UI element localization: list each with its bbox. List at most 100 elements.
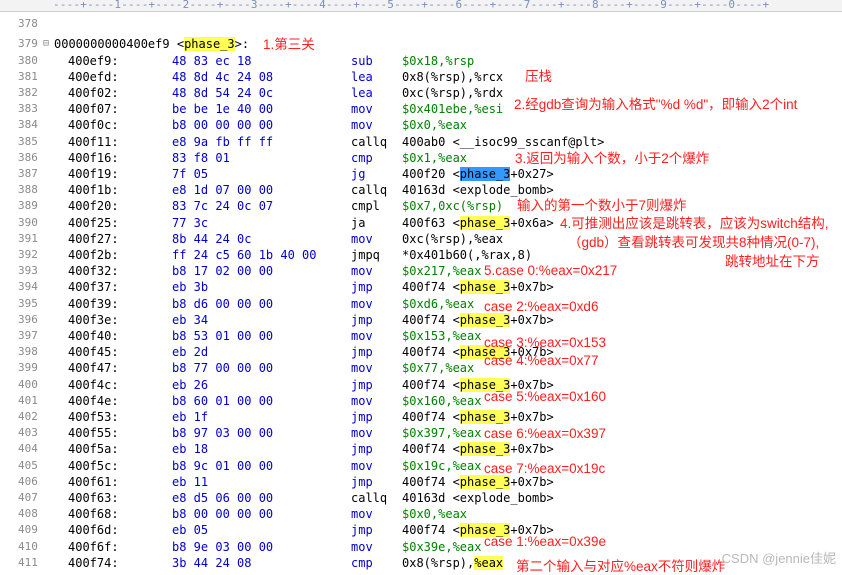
instruction-mnemonic: mov xyxy=(351,118,373,133)
instruction-bytes: eb 18 xyxy=(172,442,209,457)
annotation-push: 压栈 xyxy=(525,69,552,84)
instruction-bytes: b8 60 01 00 00 xyxy=(172,393,274,408)
operand-text: $0x7,0xc(%rsp) xyxy=(402,199,504,214)
instruction-mnemonic: lea xyxy=(351,85,373,100)
instruction-bytes: e8 1d 07 00 00 xyxy=(172,183,274,198)
instruction-mnemonic: jg xyxy=(351,166,366,181)
instruction-mnemonic: mov xyxy=(351,539,373,554)
operand-text: 40163d <explode_bomb> xyxy=(402,490,554,505)
instruction-operands: $0xd6,%eax xyxy=(402,296,474,312)
instruction-operands: $0x217,%eax xyxy=(402,263,481,279)
instruction-operands: $0x18,%rsp xyxy=(402,53,474,69)
line-number: 390 xyxy=(18,215,38,229)
instruction-address: 400f32: xyxy=(68,264,119,279)
instruction-address: 400ef9: xyxy=(68,53,119,68)
instruction-address: 400f5c: xyxy=(68,458,119,473)
label-name: phase_3 xyxy=(184,37,235,51)
instruction-bytes: b8 77 00 00 00 xyxy=(172,361,274,376)
instruction-address: 400f45: xyxy=(68,345,119,360)
operand-text: 400f74 < xyxy=(402,409,460,424)
instruction-address: 400f40: xyxy=(68,328,119,343)
instruction-address: 400f4e: xyxy=(68,393,119,408)
instruction-address: 400f19: xyxy=(68,166,119,181)
instruction-bytes: eb 1f xyxy=(172,409,209,424)
instruction-address: 400f39: xyxy=(68,296,119,311)
instruction-bytes: b8 d6 00 00 00 xyxy=(172,296,274,311)
instruction-mnemonic: mov xyxy=(351,328,373,343)
instruction-address: 400f4c: xyxy=(68,377,119,392)
annotation-format: 2.经gdb查询为输入格式"%d %d"，即输入2个int xyxy=(514,97,798,112)
instruction-operands: 400f74 <phase_3+0x7b> xyxy=(402,279,554,295)
operand-text: $0x160,%eax xyxy=(402,393,482,408)
instruction-operands: 400f74 <phase_3+0x7b> xyxy=(402,409,554,425)
instruction-address: 400f11: xyxy=(68,134,119,149)
operand-tail: +0x6a> xyxy=(510,215,554,230)
instruction-bytes: 48 8d 54 24 0c xyxy=(172,85,274,100)
line-number: 382 xyxy=(18,85,38,99)
instruction-bytes: 48 83 ec 18 xyxy=(172,53,252,68)
instruction-operands: 0xc(%rsp),%eax xyxy=(402,231,503,247)
instruction-bytes: eb 3b xyxy=(172,280,209,295)
instruction-operands: $0x19c,%eax xyxy=(402,458,481,474)
instruction-address: 400f61: xyxy=(68,474,119,489)
instruction-operands: $0x153,%eax xyxy=(402,328,481,344)
instruction-operands: 400ab0 <__isoc99_sscanf@plt> xyxy=(402,134,604,150)
instruction-bytes: eb 26 xyxy=(172,377,209,392)
instruction-operands: $0x160,%eax xyxy=(402,393,481,409)
instruction-operands: 40163d <explode_bomb> xyxy=(402,182,554,198)
fold-toggle-icon[interactable]: ⊟ xyxy=(43,36,49,52)
operand-text: 400f74 < xyxy=(402,474,460,489)
annotation-phase: 1.第三关 xyxy=(263,37,315,52)
instruction-mnemonic: mov xyxy=(351,231,373,246)
instruction-mnemonic: lea xyxy=(351,69,373,84)
instruction-address: 400f47: xyxy=(68,361,119,376)
instruction-bytes: eb 2d xyxy=(172,345,209,360)
instruction-operands: $0x0,%eax xyxy=(402,506,467,522)
instruction-mnemonic: jmp xyxy=(351,442,373,457)
instruction-address: 400f1b: xyxy=(68,183,119,198)
instruction-address: 400f68: xyxy=(68,507,119,522)
annotation-case-7: case 7:%eax=0x19c xyxy=(484,461,606,476)
annotation-return: 3.返回为输入个数，小于2个爆炸 xyxy=(515,151,710,166)
instruction-mnemonic: callq xyxy=(351,183,388,198)
instruction-address: 400f6f: xyxy=(68,539,119,554)
instruction-operands: $0x39e,%eax xyxy=(402,539,481,555)
operand-text: 400f20 < xyxy=(402,166,460,181)
line-number: 410 xyxy=(18,539,38,553)
annotation-case-3: case 3:%eax=0x153 xyxy=(484,335,606,350)
instruction-address: 400f3e: xyxy=(68,312,119,327)
line-number: 388 xyxy=(18,183,38,197)
instruction-operands: 400f63 <phase_3+0x6a> xyxy=(402,215,554,231)
line-number: 393 xyxy=(18,264,38,278)
instruction-address: 400f25: xyxy=(68,215,119,230)
operand-text: $0x0,%eax xyxy=(402,507,468,522)
annotation-case-4: case 4:%eax=0x77 xyxy=(484,353,599,368)
operand-text: 400f63 < xyxy=(402,215,460,230)
line-number: 396 xyxy=(18,312,38,326)
line-number: 400 xyxy=(18,377,38,391)
symbol-highlight: phase_3 xyxy=(459,280,511,295)
line-number: 384 xyxy=(18,118,38,132)
instruction-address: 400f02: xyxy=(68,85,119,100)
annotation-jumptable-2: （gdb）查看跳转表可发现共8种情况(0-7), xyxy=(568,235,820,250)
instruction-bytes: b8 17 02 00 00 xyxy=(172,264,274,279)
instruction-address: 400f27: xyxy=(68,231,119,246)
column-ruler: ----+----1----+----2----+----3----+----4… xyxy=(0,0,842,12)
operand-text: $0x0,%eax xyxy=(402,118,468,133)
instruction-mnemonic: callq xyxy=(351,134,388,149)
operand-text: 0x8(%rsp),%rcx xyxy=(402,69,504,84)
instruction-operands: $0x7,0xc(%rsp) xyxy=(402,198,503,214)
operand-text: 400f74 < xyxy=(402,377,460,392)
instruction-operands: 400f74 <phase_3+0x7b> xyxy=(402,441,554,457)
instruction-mnemonic: jmp xyxy=(351,377,373,392)
line-number: 408 xyxy=(18,507,38,521)
instruction-mnemonic: sub xyxy=(351,53,373,68)
operand-text: 400f74 < xyxy=(402,442,460,457)
annotation-case-5: case 5:%eax=0x160 xyxy=(484,389,606,404)
operand-text: *0x401b60(,%rax,8) xyxy=(402,247,533,262)
instruction-operands: 0x8(%rsp),%rcx xyxy=(402,69,503,85)
annotation-first-input: 输入的第一个数小于7则爆炸 xyxy=(517,198,687,213)
instruction-mnemonic: cmp xyxy=(351,150,373,165)
instruction-operands: $0x401ebe,%esi xyxy=(402,101,503,117)
symbol-highlight: phase_3 xyxy=(459,215,511,230)
